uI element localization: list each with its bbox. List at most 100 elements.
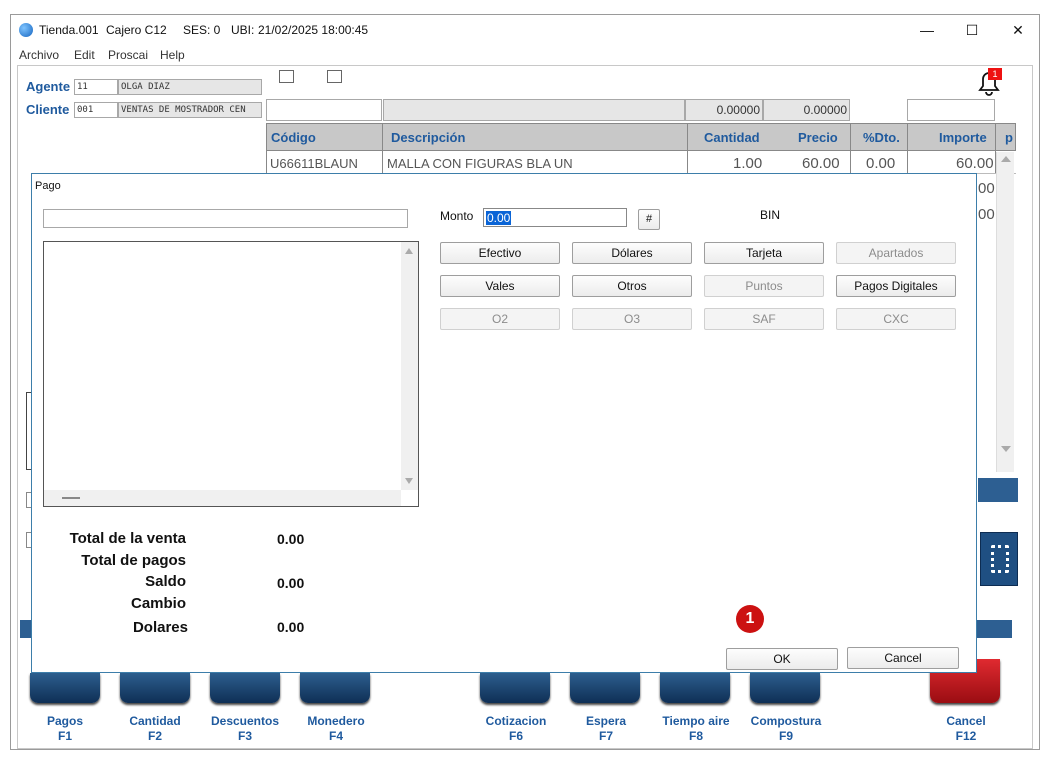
- fkey-cancel-key: F12: [955, 729, 977, 743]
- fkey-pagos[interactable]: Pagos F1: [29, 714, 101, 744]
- maximize-button[interactable]: ☐: [952, 19, 992, 41]
- agente-code-field[interactable]: 11: [74, 79, 118, 95]
- fkey-pagos-label: Pagos: [46, 714, 83, 728]
- ok-button[interactable]: OK: [726, 648, 838, 670]
- minimize-button[interactable]: —: [907, 19, 947, 41]
- digital-zero-glyph: [991, 545, 1009, 573]
- menu-archivo[interactable]: Archivo: [19, 48, 59, 62]
- row-precio: 60.00: [802, 155, 840, 172]
- payments-list[interactable]: [43, 241, 419, 507]
- agente-label: Agente: [26, 79, 71, 94]
- option-checkbox-2[interactable]: [327, 70, 342, 83]
- fkey-tiempo-aire-label: Tiempo aire: [662, 714, 730, 728]
- fkey-monedero[interactable]: Monedero F4: [300, 714, 372, 744]
- fkey-cotizacion[interactable]: Cotizacion F6: [480, 714, 552, 744]
- pagos-digitales-button[interactable]: Pagos Digitales: [836, 275, 956, 297]
- fkey-cancel-label: Cancel: [946, 714, 986, 728]
- payment-reference-input[interactable]: [43, 209, 408, 228]
- tarjeta-button[interactable]: Tarjeta: [704, 242, 824, 264]
- table-row[interactable]: U66611BLAUN MALLA CON FIGURAS BLA UN 1.0…: [266, 152, 996, 173]
- close-button[interactable]: ✕: [998, 19, 1038, 41]
- notification-count-badge: 1: [988, 68, 1002, 80]
- fkey-espera[interactable]: Espera F7: [570, 714, 642, 744]
- cantidad-key-button[interactable]: [120, 673, 190, 703]
- o3-button[interactable]: O3: [572, 308, 692, 330]
- dialog-cancel-button[interactable]: Cancel: [847, 647, 959, 669]
- col-importe: Importe: [939, 130, 987, 145]
- total-display-panel: [980, 532, 1018, 586]
- title-location: UBI:: [231, 23, 255, 37]
- cotizacion-key-button[interactable]: [480, 673, 550, 703]
- dialog-title: Pago: [35, 180, 61, 192]
- items-grid-header: Código Descripción Cantidad Precio %Dto.…: [266, 123, 1016, 151]
- menu-bar: Archivo Edit Proscai Help: [11, 45, 1039, 65]
- descuentos-key-button[interactable]: [210, 673, 280, 703]
- list-scroll-down-icon[interactable]: [405, 478, 413, 484]
- title-datetime: 21/02/2025 18:00:45: [258, 23, 369, 37]
- title-store: Tienda.001: [39, 23, 99, 37]
- cliente-code-field[interactable]: 001: [74, 102, 118, 118]
- fkey-tiempo-aire[interactable]: Tiempo aire F8: [660, 714, 732, 744]
- puntos-button[interactable]: Puntos: [704, 275, 824, 297]
- fkey-compostura[interactable]: Compostura F9: [750, 714, 822, 744]
- notification-bell-icon[interactable]: 1: [970, 68, 1004, 98]
- payments-list-hscrollbar[interactable]: [44, 490, 401, 506]
- dolares-button[interactable]: Dólares: [572, 242, 692, 264]
- fkey-cantidad[interactable]: Cantidad F2: [119, 714, 191, 744]
- fkey-descuentos-key: F3: [237, 729, 252, 743]
- menu-help[interactable]: Help: [160, 48, 185, 62]
- total-pagos-label: Total de pagos: [81, 552, 186, 569]
- apartados-button[interactable]: Apartados: [836, 242, 956, 264]
- fkey-monedero-label: Monedero: [307, 714, 365, 728]
- fkey-cancel[interactable]: Cancel F12: [930, 714, 1002, 744]
- pagos-key-button[interactable]: [30, 673, 100, 703]
- col-cantidad: Cantidad: [704, 130, 760, 145]
- cliente-label: Cliente: [26, 102, 70, 117]
- hash-button[interactable]: #: [638, 209, 660, 230]
- grid-scrollbar[interactable]: [996, 152, 1014, 472]
- scroll-up-icon[interactable]: [1001, 156, 1011, 162]
- fkey-descuentos[interactable]: Descuentos F3: [209, 714, 281, 744]
- row-importe-partial-3: 00: [978, 206, 995, 223]
- fkey-cotizacion-label: Cotizacion: [485, 714, 547, 728]
- bin-label: BIN: [760, 208, 781, 222]
- fkey-compostura-label: Compostura: [750, 714, 822, 728]
- row-codigo: U66611BLAUN: [270, 156, 358, 171]
- fkey-tiempo-aire-key: F8: [688, 729, 703, 743]
- sum-precio: 0.00000: [763, 99, 850, 121]
- monto-input[interactable]: 0.00: [483, 208, 627, 227]
- importe-input[interactable]: [907, 99, 995, 121]
- payments-list-scrollbar[interactable]: [401, 242, 418, 490]
- hscroll-thumb[interactable]: [62, 497, 80, 499]
- fkey-cotizacion-key: F6: [508, 729, 523, 743]
- cxc-button[interactable]: CXC: [836, 308, 956, 330]
- scroll-down-icon[interactable]: [1001, 446, 1011, 452]
- vales-button[interactable]: Vales: [440, 275, 560, 297]
- monto-label: Monto: [440, 209, 474, 223]
- menu-proscai[interactable]: Proscai: [108, 48, 148, 62]
- list-scroll-up-icon[interactable]: [405, 248, 413, 254]
- row-importe-partial-2: 00: [978, 180, 995, 197]
- option-checkbox-1[interactable]: [279, 70, 294, 83]
- fkey-compostura-key: F9: [778, 729, 793, 743]
- fkey-espera-label: Espera: [585, 714, 627, 728]
- menu-edit[interactable]: Edit: [74, 48, 95, 62]
- title-bar: Tienda.001 Cajero C12 SES: 0 UBI: 21/02/…: [11, 15, 1039, 45]
- o2-button[interactable]: O2: [440, 308, 560, 330]
- otros-button[interactable]: Otros: [572, 275, 692, 297]
- cambio-label: Cambio: [130, 595, 186, 612]
- col-codigo: Código: [271, 130, 316, 145]
- sum-cantidad: 0.00000: [685, 99, 763, 121]
- tiempo-aire-key-button[interactable]: [660, 673, 730, 703]
- product-code-input[interactable]: [266, 99, 382, 121]
- fkey-cantidad-key: F2: [147, 729, 162, 743]
- cliente-name-field: VENTAS DE MOSTRADOR CEN: [118, 102, 262, 118]
- saldo-value: 0.00: [277, 575, 305, 591]
- saf-button[interactable]: SAF: [704, 308, 824, 330]
- efectivo-button[interactable]: Efectivo: [440, 242, 560, 264]
- monedero-key-button[interactable]: [300, 673, 370, 703]
- row-importe: 60.00: [956, 155, 994, 172]
- espera-key-button[interactable]: [570, 673, 640, 703]
- title-session: SES: 0: [183, 23, 221, 37]
- compostura-key-button[interactable]: [750, 673, 820, 703]
